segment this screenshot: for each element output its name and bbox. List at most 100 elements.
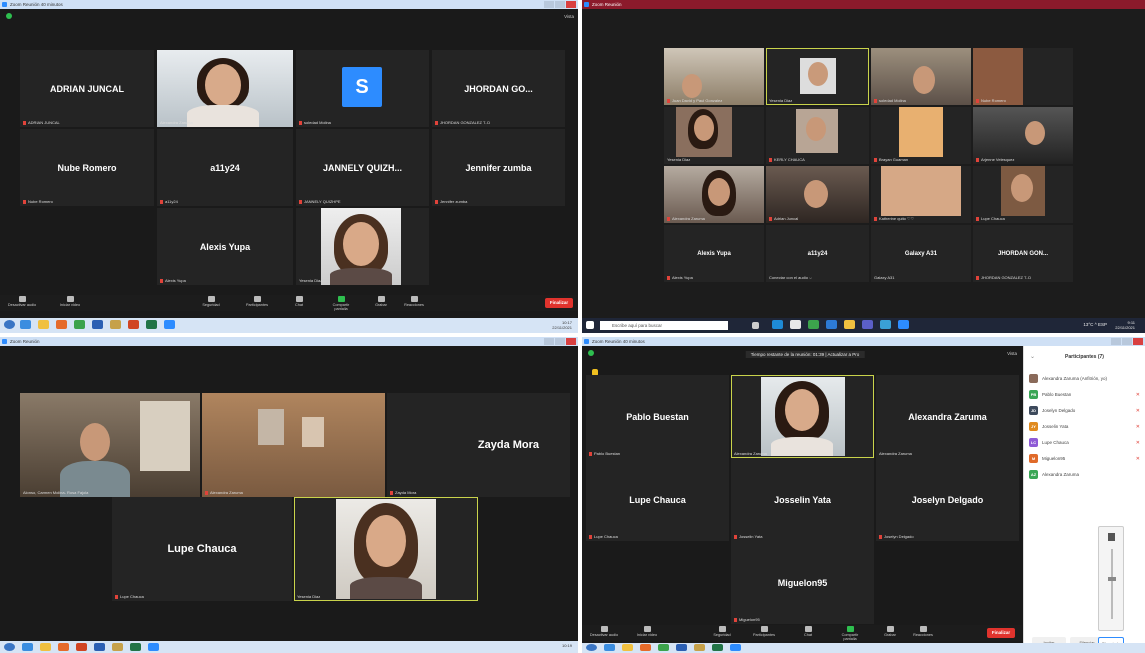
ie-icon[interactable] <box>20 320 31 329</box>
security-button[interactable]: Seguridad <box>196 296 226 307</box>
video-tile-active-speaker[interactable]: Yesenia Diaz <box>294 497 478 601</box>
reactions-button[interactable]: Reacciones <box>908 626 938 637</box>
store-icon[interactable] <box>790 320 801 329</box>
ie-icon[interactable] <box>22 643 33 651</box>
video-tile[interactable]: Lupe Chauca Lupe Chauca <box>586 458 729 541</box>
video-tile-active-speaker[interactable]: Yesenia Diaz <box>766 48 869 105</box>
participant-row[interactable]: AZ Alexandra Zaruma <box>1029 468 1142 482</box>
share-screen-button[interactable]: Compartir pantalla <box>835 626 865 641</box>
explorer-icon[interactable] <box>40 643 51 651</box>
word-icon[interactable] <box>94 643 105 651</box>
volume-popup[interactable] <box>1098 526 1124 631</box>
firefox-icon[interactable] <box>56 320 67 329</box>
record-button[interactable]: Grabar <box>875 626 905 637</box>
security-shield-icon[interactable] <box>588 350 594 356</box>
minimize-icon[interactable] <box>544 1 554 8</box>
close-icon[interactable] <box>566 338 576 345</box>
mute-button[interactable]: Desactivar audio <box>7 296 37 307</box>
excel-icon[interactable] <box>146 320 157 329</box>
video-tile[interactable]: Yesenia Diaz <box>664 107 764 164</box>
firefox-icon[interactable] <box>58 643 69 651</box>
start-video-button[interactable]: Iniciar video <box>632 626 662 637</box>
participants-button[interactable]: Participantes <box>749 626 779 637</box>
start-icon[interactable] <box>4 320 15 329</box>
video-tile[interactable]: Alexis Yupa Alexis Yupa <box>157 208 293 285</box>
participant-row[interactable]: JD Joselyn Delgado ✕ <box>1029 404 1142 418</box>
folder-icon[interactable] <box>110 320 121 329</box>
close-icon[interactable] <box>1133 338 1143 345</box>
minimize-icon[interactable] <box>544 338 554 345</box>
video-tile[interactable]: Yesenia Diaz <box>296 208 429 285</box>
mute-button[interactable]: Desactivar audio <box>589 626 619 637</box>
participant-row[interactable]: JY Josselin Yata ✕ <box>1029 420 1142 434</box>
video-tile[interactable]: Lupe Chauca <box>973 166 1073 223</box>
share-screen-button[interactable]: Compartir pantalla <box>326 296 356 311</box>
end-meeting-button[interactable]: Finalizar <box>987 628 1015 638</box>
chat-button[interactable]: Chat <box>284 296 314 307</box>
task-view-icon[interactable] <box>752 322 759 329</box>
maximize-icon[interactable] <box>1122 338 1132 345</box>
video-tile[interactable]: JHORDAN GON... JHORDAN GONZALEZ T..D <box>973 225 1073 282</box>
volume-slider-thumb[interactable] <box>1108 577 1116 581</box>
start-icon[interactable] <box>4 643 15 651</box>
video-tile[interactable]: Joselyn Delgado Joselyn Delgado <box>876 458 1019 541</box>
close-icon[interactable] <box>566 1 576 8</box>
video-tile[interactable]: JHORDAN GO... JHORDAN GONZALEZ T..D <box>432 50 565 127</box>
video-tile[interactable]: Alexandra Zaruma <box>202 393 385 497</box>
zoom-taskbar-icon[interactable] <box>898 320 909 329</box>
video-tile[interactable]: KERLY CHAUCA <box>766 107 869 164</box>
video-tile[interactable]: Miguelon95 Miguelon95 <box>731 541 874 624</box>
video-tile[interactable]: Arjenne Velesquez <box>973 107 1073 164</box>
security-shield-icon[interactable] <box>6 13 12 19</box>
security-button[interactable]: Seguridad <box>707 626 737 637</box>
video-tile[interactable]: Lupe Chauca Lupe Chauca <box>112 497 292 601</box>
teams-icon[interactable] <box>862 320 873 329</box>
video-tile[interactable]: Pablo Buestan Pablo Buestan <box>586 375 729 458</box>
end-meeting-button[interactable]: Finalizar <box>545 298 573 308</box>
reactions-button[interactable]: Reacciones <box>399 296 429 307</box>
video-tile[interactable]: Galaxy A31 Galaxy A31 <box>871 225 971 282</box>
word-icon[interactable] <box>92 320 103 329</box>
start-icon[interactable] <box>586 644 597 651</box>
excel-icon[interactable] <box>712 644 723 651</box>
start-video-button[interactable]: Iniciar video <box>55 296 85 307</box>
folder-icon[interactable] <box>694 644 705 651</box>
photos-icon[interactable] <box>880 320 891 329</box>
time-remaining-banner[interactable]: Tiempo restante de la reunión: 01:39 | A… <box>745 351 865 358</box>
video-tile[interactable]: Josselin Yata Josselin Yata <box>731 458 874 541</box>
participant-row[interactable]: PB Pablo Buestan ✕ <box>1029 388 1142 402</box>
video-tile[interactable]: Zayda Mora Zayda Mora <box>387 393 570 497</box>
video-tile[interactable]: Adrian Juncal <box>766 166 869 223</box>
chrome-icon[interactable] <box>808 320 819 329</box>
chrome-icon[interactable] <box>74 320 85 329</box>
explorer-icon[interactable] <box>622 644 633 651</box>
video-tile-active-speaker[interactable]: Alexandra Zaruma <box>731 375 874 458</box>
maximize-icon[interactable] <box>555 1 565 8</box>
video-tile[interactable]: S soledad Molina <box>296 50 429 127</box>
minimize-icon[interactable] <box>1111 338 1121 345</box>
video-tile[interactable]: Alexandra Zaruma <box>664 166 764 223</box>
firefox-icon[interactable] <box>640 644 651 651</box>
explorer-icon[interactable] <box>844 320 855 329</box>
word-icon[interactable] <box>676 644 687 651</box>
video-tile[interactable]: Juan David y Paul Gonzalez <box>664 48 764 105</box>
video-tile-active-speaker[interactable]: Alexandra Zaruma <box>157 50 293 127</box>
folder-icon[interactable] <box>112 643 123 651</box>
video-tile[interactable]: Alexis Yupa Alexis Yupa <box>664 225 764 282</box>
record-button[interactable]: Grabar <box>366 296 396 307</box>
powerpoint-icon[interactable] <box>76 643 87 651</box>
participant-row[interactable]: M Miguelon95 ✕ <box>1029 452 1142 466</box>
video-tile[interactable]: Brayan Guaman <box>871 107 971 164</box>
mail-icon[interactable] <box>826 320 837 329</box>
video-tile[interactable]: Alexandra Zaruma Alexandra Zaruma <box>876 375 1019 458</box>
participant-row[interactable]: Alexandra Zaruma (Anfitrión, yo) <box>1029 372 1142 386</box>
video-tile[interactable]: a11y24 Conectar con el audio ⌵ <box>766 225 869 282</box>
chrome-icon[interactable] <box>658 644 669 651</box>
chat-button[interactable]: Chat <box>793 626 823 637</box>
windows-start-icon[interactable] <box>586 321 594 329</box>
video-tile[interactable]: Nube Romero <box>973 48 1073 105</box>
video-tile[interactable]: Alonso, Carmen Molina- Rosa Fajola <box>20 393 200 497</box>
zoom-taskbar-icon[interactable] <box>148 643 159 651</box>
video-tile[interactable]: ADRIAN JUNCAL ADRIAN JUNCAL <box>20 50 154 127</box>
zoom-taskbar-icon[interactable] <box>730 644 741 651</box>
